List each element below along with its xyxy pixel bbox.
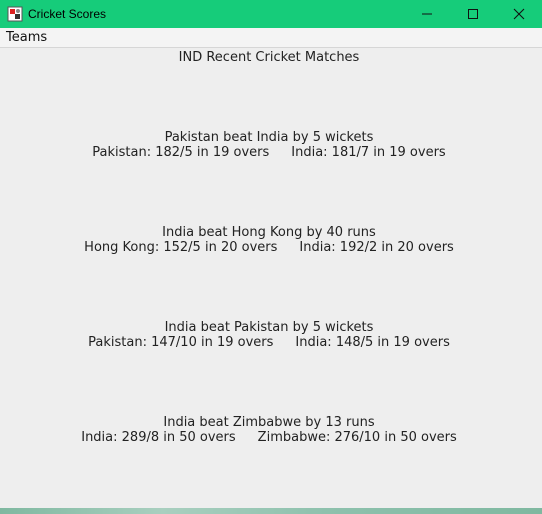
cricket-app-icon xyxy=(7,6,23,22)
match-result: India beat Pakistan by 5 wickets xyxy=(164,320,374,335)
minimize-button[interactable] xyxy=(404,0,450,28)
match-scores: India: 289/8 in 50 overs Zimbabwe: 276/10… xyxy=(0,430,538,445)
window-bottom-edge xyxy=(0,508,542,514)
match-scores: Pakistan: 182/5 in 19 overs India: 181/7 … xyxy=(0,145,538,160)
team1-score: Pakistan: 147/10 in 19 overs xyxy=(88,335,274,350)
team2-score: India: 181/7 in 19 overs xyxy=(291,145,446,160)
window-title: Cricket Scores xyxy=(28,7,107,21)
match-scores: Hong Kong: 152/5 in 20 overs India: 192/2… xyxy=(0,240,538,255)
matches-panel: IND Recent Cricket Matches Pakistan beat… xyxy=(0,48,542,514)
match-item: India beat Zimbabwe by 13 runs India: 28… xyxy=(0,415,538,445)
team2-score: India: 148/5 in 19 overs xyxy=(295,335,450,350)
team2-score: Zimbabwe: 276/10 in 50 overs xyxy=(257,430,457,445)
match-result: India beat Hong Kong by 40 runs xyxy=(162,225,376,240)
maximize-button[interactable] xyxy=(450,0,496,28)
match-item: Pakistan beat India by 5 wickets Pakista… xyxy=(0,130,538,160)
match-item: India beat Hong Kong by 40 runs Hong Kon… xyxy=(0,225,538,255)
team1-score: Hong Kong: 152/5 in 20 overs xyxy=(84,240,278,255)
maximize-icon xyxy=(468,9,478,19)
match-result: Pakistan beat India by 5 wickets xyxy=(164,130,374,145)
match-scores: Pakistan: 147/10 in 19 overs India: 148/5… xyxy=(0,335,538,350)
menu-teams[interactable]: Teams xyxy=(5,30,48,46)
match-item: India beat Pakistan by 5 wickets Pakista… xyxy=(0,320,538,350)
page-title: IND Recent Cricket Matches xyxy=(178,50,360,65)
team2-score: India: 192/2 in 20 overs xyxy=(299,240,454,255)
close-button[interactable] xyxy=(496,0,542,28)
team1-score: Pakistan: 182/5 in 19 overs xyxy=(92,145,270,160)
app-window: Cricket Scores Teams IND Recent Cricket … xyxy=(0,0,542,514)
match-result: India beat Zimbabwe by 13 runs xyxy=(163,415,375,430)
close-icon xyxy=(513,8,525,20)
title-bar[interactable]: Cricket Scores xyxy=(0,0,542,28)
menu-bar: Teams xyxy=(0,28,542,48)
minimize-icon xyxy=(422,13,432,15)
team1-score: India: 289/8 in 50 overs xyxy=(81,430,236,445)
